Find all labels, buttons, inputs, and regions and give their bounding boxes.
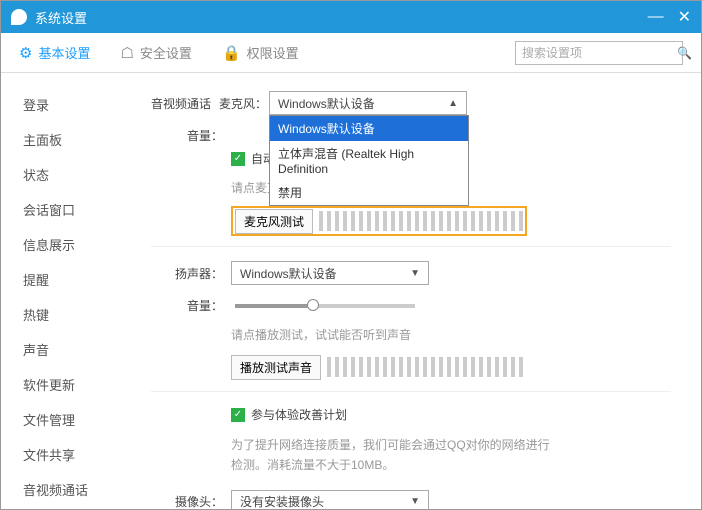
divider bbox=[151, 246, 671, 247]
shield-icon: ☖ bbox=[120, 44, 133, 62]
tab-security-label: 安全设置 bbox=[140, 43, 192, 62]
improve-label: 参与体验改善计划 bbox=[251, 406, 347, 423]
camera-label: 摄像头： bbox=[151, 493, 223, 509]
speaker-select-value: Windows默认设备 bbox=[240, 265, 337, 282]
sidebar-item-filemgr[interactable]: 文件管理 bbox=[23, 402, 141, 437]
tab-basic[interactable]: ⚙ 基本设置 bbox=[19, 43, 90, 62]
mic-test-container: 麦克风测试 bbox=[231, 206, 527, 236]
content-pane: 音视频通话 麦克风： Windows默认设备 ▲ Windows默认设备 立体声… bbox=[141, 73, 701, 509]
sidebar-item-mainpanel[interactable]: 主面板 bbox=[23, 122, 141, 157]
mic-select[interactable]: Windows默认设备 ▲ Windows默认设备 立体声混音 (Realtek… bbox=[269, 91, 467, 115]
divider-2 bbox=[151, 391, 671, 392]
search-input[interactable] bbox=[522, 46, 677, 60]
mic-test-button[interactable]: 麦克风测试 bbox=[235, 209, 313, 234]
tab-permission[interactable]: 🔒 权限设置 bbox=[222, 43, 299, 62]
sidebar-item-update[interactable]: 软件更新 bbox=[23, 367, 141, 402]
mic-level-meter bbox=[319, 211, 523, 231]
improve-hint-text: 为了提升网络连接质量，我们可能会通过QQ对你的网络进行检测。消耗流量不大于10M… bbox=[231, 435, 561, 476]
speaker-hint-text: 请点播放测试，试试能否听到声音 bbox=[231, 326, 671, 343]
speaker-label: 扬声器： bbox=[151, 265, 223, 282]
sidebar-item-sound[interactable]: 声音 bbox=[23, 332, 141, 367]
mic-option-0[interactable]: Windows默认设备 bbox=[270, 116, 468, 141]
speaker-test-container: 播放测试声音 bbox=[231, 353, 527, 381]
tab-row: ⚙ 基本设置 ☖ 安全设置 🔒 权限设置 🔍 bbox=[1, 33, 701, 73]
titlebar: 系统设置 — ✕ bbox=[1, 1, 701, 33]
sidebar-item-fileshare[interactable]: 文件共享 bbox=[23, 437, 141, 472]
sidebar-item-session[interactable]: 会话窗口 bbox=[23, 192, 141, 227]
close-button[interactable]: ✕ bbox=[678, 7, 691, 27]
speaker-volume-slider[interactable] bbox=[235, 304, 415, 308]
chevron-up-icon: ▲ bbox=[448, 98, 458, 109]
search-box[interactable]: 🔍 bbox=[515, 41, 683, 65]
lock-icon: 🔒 bbox=[222, 44, 241, 62]
improve-checkbox[interactable]: ✓ bbox=[231, 408, 245, 422]
speaker-volume-label: 音量： bbox=[151, 297, 223, 314]
camera-select[interactable]: 没有安装摄像头 ▼ bbox=[231, 490, 429, 509]
mic-select-value: Windows默认设备 bbox=[278, 95, 375, 112]
camera-select-value: 没有安装摄像头 bbox=[240, 493, 324, 509]
speaker-level-meter bbox=[327, 357, 527, 377]
mic-label: 麦克风： bbox=[219, 95, 267, 112]
mic-dropdown: Windows默认设备 立体声混音 (Realtek High Definiti… bbox=[269, 115, 469, 206]
window-title: 系统设置 bbox=[35, 8, 634, 27]
tab-permission-label: 权限设置 bbox=[247, 43, 299, 62]
sidebar-item-hotkey[interactable]: 热键 bbox=[23, 297, 141, 332]
volume-label: 音量： bbox=[151, 127, 223, 144]
mic-option-2[interactable]: 禁用 bbox=[270, 180, 468, 205]
sidebar-item-login[interactable]: 登录 bbox=[23, 87, 141, 122]
speaker-test-button[interactable]: 播放测试声音 bbox=[231, 355, 321, 380]
gear-icon: ⚙ bbox=[19, 44, 32, 62]
mic-option-1[interactable]: 立体声混音 (Realtek High Definition bbox=[270, 141, 468, 180]
chevron-down-icon: ▼ bbox=[410, 268, 420, 279]
app-logo-icon bbox=[11, 9, 27, 25]
speaker-select[interactable]: Windows默认设备 ▼ bbox=[231, 261, 429, 285]
search-icon: 🔍 bbox=[677, 46, 692, 60]
auto-checkbox[interactable]: ✓ bbox=[231, 152, 245, 166]
sidebar-item-alert[interactable]: 提醒 bbox=[23, 262, 141, 297]
sidebar-item-info[interactable]: 信息展示 bbox=[23, 227, 141, 262]
sidebar-item-status[interactable]: 状态 bbox=[23, 157, 141, 192]
section-label: 音视频通话 bbox=[151, 95, 211, 112]
sidebar: 登录 主面板 状态 会话窗口 信息展示 提醒 热键 声音 软件更新 文件管理 文… bbox=[1, 73, 141, 509]
minimize-button[interactable]: — bbox=[648, 8, 664, 26]
tab-basic-label: 基本设置 bbox=[38, 43, 90, 62]
tab-security[interactable]: ☖ 安全设置 bbox=[120, 43, 191, 62]
chevron-down-icon: ▼ bbox=[410, 496, 420, 507]
sidebar-item-av[interactable]: 音视频通话 bbox=[23, 472, 141, 507]
